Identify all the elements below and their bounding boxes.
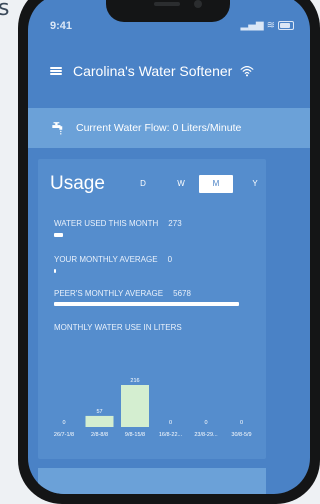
stat-label: YOUR MONTHLY AVERAGE	[54, 255, 158, 264]
stat-value: 5678	[173, 289, 191, 298]
status-time: 9:41	[50, 20, 73, 32]
phone-notch	[106, 0, 230, 22]
signal-icon: ▂▄▆	[240, 20, 264, 31]
battery-icon	[278, 21, 294, 30]
chart-tick-label: 2/8-8/8	[91, 432, 108, 438]
chart-data-label: 57	[96, 409, 102, 415]
chart-data-label: 0	[204, 420, 207, 426]
stat-value: 0	[167, 255, 173, 264]
stat-monthly-average: YOUR MONTHLY AVERAGE 0	[54, 255, 172, 264]
status-wifi-icon: ≋	[266, 20, 275, 31]
next-card	[38, 468, 266, 494]
chart-bar	[85, 415, 114, 427]
tab-day[interactable]: D	[126, 175, 160, 193]
progress-peers-average	[54, 302, 239, 306]
chart-data-label: 216	[130, 378, 139, 384]
usage-title: Usage	[50, 173, 105, 194]
progress-this-month	[54, 233, 64, 237]
chart-heading: MONTHLY WATER USE IN LITERS	[54, 323, 182, 332]
stat-peers-average: PEER'S MONTHLY AVERAGE 5678	[54, 289, 191, 298]
chart-tick-label: 30/8-5/9	[231, 432, 251, 438]
phone-frame: 9:41 ▂▄▆ ≋ Carolina's Water Softener Cur…	[18, 0, 320, 504]
chart-tick-label: 26/7-1/8	[54, 432, 74, 438]
chart-data-label: 0	[62, 420, 65, 426]
tab-week[interactable]: W	[164, 175, 198, 193]
stat-value: 273	[168, 219, 182, 228]
water-flow-text: Current Water Flow: 0 Liters/Minute	[76, 122, 242, 134]
progress-monthly-average	[54, 269, 56, 273]
chart-tick-label: 9/8-15/8	[125, 432, 145, 438]
wifi-icon[interactable]	[240, 64, 254, 78]
chart-data-label: 0	[169, 420, 172, 426]
tab-month[interactable]: M	[199, 175, 233, 193]
background-letter: s	[0, 0, 10, 21]
app-screen: 9:41 ▂▄▆ ≋ Carolina's Water Softener Cur…	[28, 0, 310, 494]
stat-this-month: WATER USED THIS MONTH 273	[54, 219, 182, 228]
chart-tick-label: 16/8-22...	[159, 432, 183, 438]
chart-tick-label: 23/8-29...	[194, 432, 218, 438]
water-flow-banner: Current Water Flow: 0 Liters/Minute	[28, 108, 310, 148]
app-header: Carolina's Water Softener	[28, 48, 310, 94]
chart-bar	[121, 385, 149, 427]
faucet-icon	[52, 122, 63, 135]
stat-label: PEER'S MONTHLY AVERAGE	[54, 289, 164, 298]
page-title: Carolina's Water Softener	[73, 63, 233, 79]
status-icons: ▂▄▆ ≋	[241, 20, 294, 31]
menu-icon[interactable]	[50, 67, 62, 75]
chart-data-label: 0	[240, 420, 243, 426]
usage-bar-chart: 0 26/7-1/8 57 2/8-8/8 216 9/8-15/8 0 16/8-22...…	[54, 378, 252, 438]
tab-year[interactable]: Y	[238, 175, 272, 193]
speaker-grille	[154, 2, 180, 6]
usage-card: Usage D W M Y WATER USED THIS MONTH 273 Y…	[38, 159, 266, 459]
stat-label: WATER USED THIS MONTH	[54, 219, 159, 228]
front-camera	[194, 0, 202, 8]
